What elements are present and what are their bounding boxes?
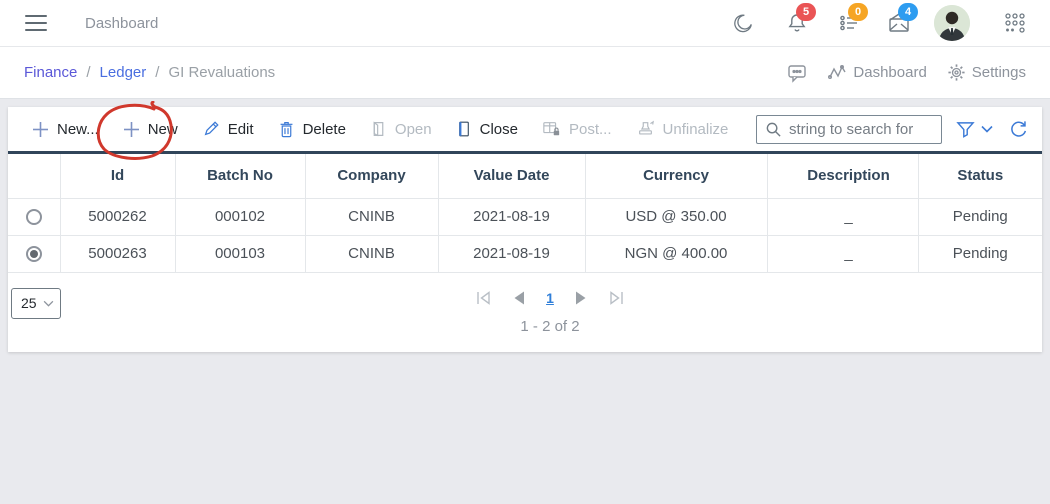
search-box[interactable] [756,114,942,144]
cell-description: _ [767,235,919,273]
cell-batch-no: 000102 [175,198,306,236]
cell-company: CNINB [305,198,439,236]
plus-icon [123,121,139,137]
dashboard-link[interactable]: Dashboard [827,63,927,83]
grid-toolbar: New... New Edit Delete Open Close Post..… [8,107,1042,151]
breadcrumb-separator: / [86,64,91,81]
unfinalize-button[interactable]: Unfinalize [624,114,741,144]
post-grid-lock-icon [543,122,560,136]
next-page-button[interactable] [575,291,587,305]
user-avatar[interactable] [934,5,970,41]
trash-icon [280,122,293,138]
cell-status: Pending [918,235,1042,273]
open-button[interactable]: Open [358,114,444,144]
cell-id-link[interactable]: 5000262 [60,198,176,236]
row-select-radio[interactable] [25,246,42,263]
hamburger-menu-icon[interactable] [25,15,47,31]
cell-value-date: 2021-08-19 [438,235,586,273]
pagination-area: 25 1 1 - 2 of 2 [8,273,1042,352]
chevron-down-icon [981,125,993,133]
filter-funnel-icon [956,121,975,138]
breadcrumb-finance[interactable]: Finance [24,64,77,81]
column-header-description[interactable]: Description [767,154,919,199]
cell-currency: NGN @ 400.00 [585,235,768,273]
previous-page-button[interactable] [513,291,525,305]
cell-batch-no: 000103 [175,235,306,273]
cell-status: Pending [918,198,1042,236]
dark-mode-moon-icon[interactable] [730,10,756,36]
record-range-label: 1 - 2 of 2 [520,317,580,335]
current-page-number[interactable]: 1 [546,290,554,306]
breadcrumb-bar: Finance / Ledger / GI Revaluations Dashb… [0,47,1050,99]
delete-button[interactable]: Delete [266,114,358,144]
row-select-radio[interactable] [25,209,42,226]
last-page-button[interactable] [608,290,624,305]
message-badge: 4 [898,3,918,21]
table-header-row: Id Batch No Company Value Date Currency … [8,154,1042,199]
task-list-icon[interactable]: 0 [836,3,868,36]
notification-badge: 5 [796,3,816,21]
first-page-button[interactable] [476,290,492,305]
column-header-status[interactable]: Status [918,154,1042,199]
column-header-value-date[interactable]: Value Date [438,154,586,199]
table-row[interactable]: 5000263 000103 CNINB 2021-08-19 NGN @ 40… [8,235,1042,273]
pager-controls: 1 [33,290,1050,306]
settings-link[interactable]: Settings [947,63,1026,82]
post-button[interactable]: Post... [530,114,624,144]
grid-panel: New... New Edit Delete Open Close Post..… [8,101,1042,352]
activity-chart-icon [828,64,847,79]
cell-id-link[interactable]: 5000263 [60,235,176,273]
top-bar: Dashboard 5 0 4 [0,0,1050,47]
breadcrumb-separator: / [155,64,160,81]
page-title: Dashboard [85,14,159,32]
plus-icon [33,121,48,137]
column-header-batch-no[interactable]: Batch No [175,154,306,199]
column-header-currency[interactable]: Currency [585,154,768,199]
cell-value-date: 2021-08-19 [438,198,586,236]
notifications-bell-icon[interactable]: 5 [784,3,816,36]
open-book-icon [373,121,384,137]
cell-company: CNINB [305,235,439,273]
cell-description: _ [767,198,919,236]
apps-grid-icon[interactable] [1002,10,1028,36]
revaluations-table: Id Batch No Company Value Date Currency … [8,154,1042,273]
task-badge: 0 [848,3,868,21]
stamp-icon [638,120,654,135]
breadcrumb-ledger[interactable]: Ledger [100,64,147,81]
close-button[interactable]: Close [444,114,530,144]
breadcrumb-current-page: GI Revaluations [168,64,276,81]
edit-button[interactable]: Edit [190,114,266,144]
search-icon [766,122,781,137]
column-header-id[interactable]: Id [60,154,176,199]
select-column-header [8,154,61,199]
gear-icon [948,64,965,81]
new-dots-button[interactable]: New... [20,114,111,144]
filter-button[interactable] [956,120,993,139]
messages-envelope-icon[interactable]: 4 [886,3,918,36]
refresh-button[interactable] [1009,120,1028,139]
refresh-icon [1011,120,1027,137]
cell-currency: USD @ 350.00 [585,198,768,236]
topbar-icon-cluster: 5 0 4 [730,3,1030,41]
table-row[interactable]: 5000262 000102 CNINB 2021-08-19 USD @ 35… [8,198,1042,236]
search-input[interactable] [789,120,929,138]
new-button[interactable]: New [111,114,190,144]
feedback-chat-icon[interactable] [787,63,807,83]
close-book-icon [458,121,469,137]
pencil-icon [204,121,219,136]
column-header-company[interactable]: Company [305,154,439,199]
